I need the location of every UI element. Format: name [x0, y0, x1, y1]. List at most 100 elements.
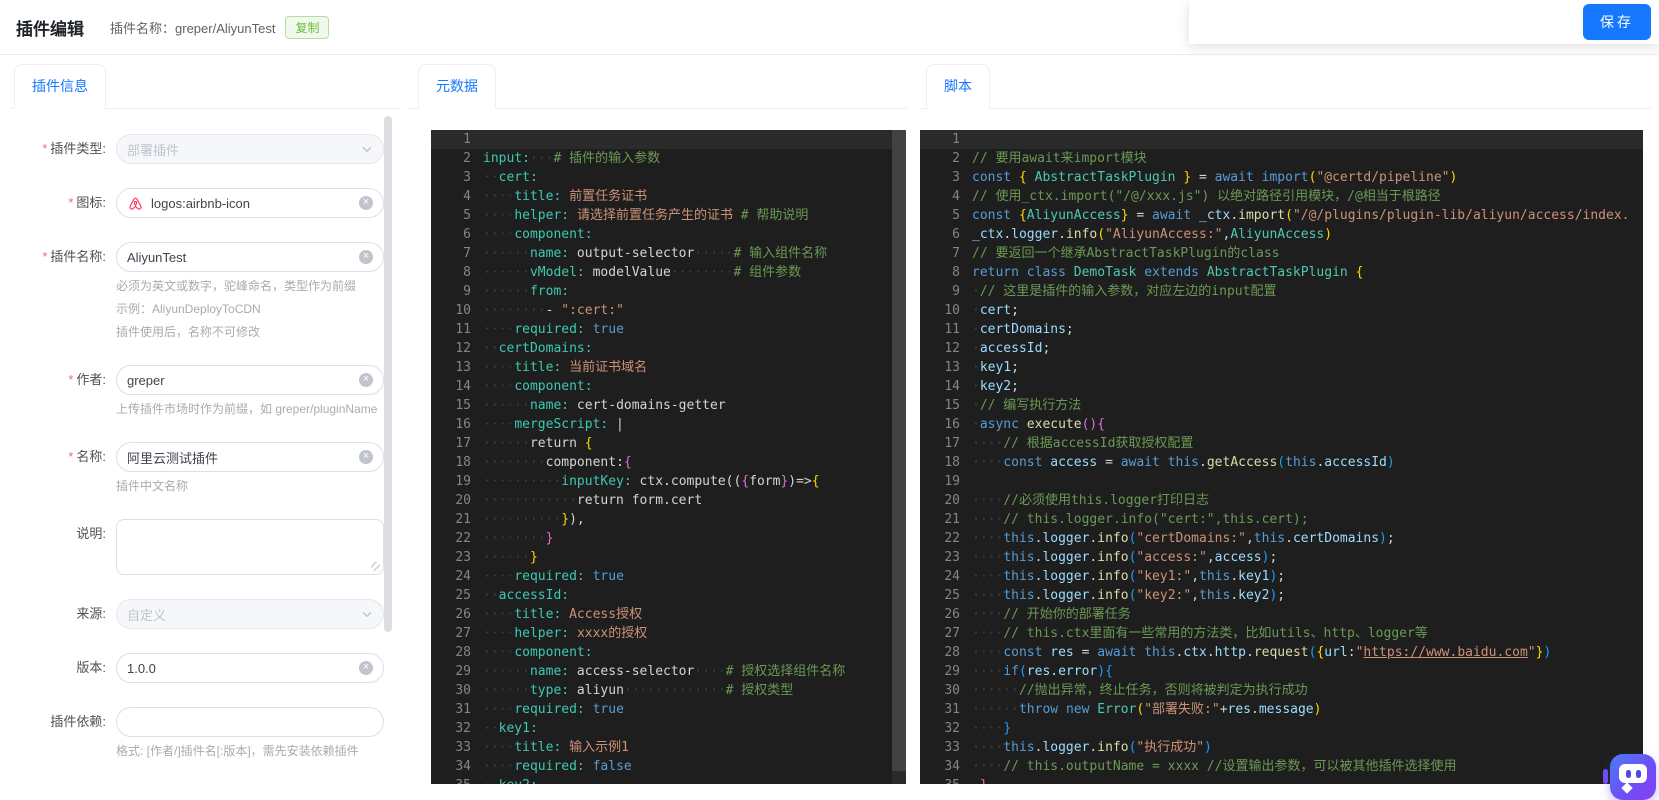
- field-label-desc: 说明:: [76, 526, 106, 541]
- plugin-info-form: * 插件类型: 部署插件 * 图标: logos:airbnb-icon × * 插件名称: Al…: [10, 109, 400, 760]
- code-line: 31 ····required: true: [431, 700, 906, 719]
- code-line: 19: [920, 472, 1643, 491]
- chevron-down-icon: [362, 611, 372, 618]
- line-number: 34: [455, 759, 471, 774]
- form-scrollbar[interactable]: [384, 116, 392, 632]
- code-line: 16 ·async execute(){: [920, 415, 1643, 434]
- field-version-input[interactable]: 1.0.0 ×: [116, 653, 384, 683]
- field-title-input[interactable]: 阿里云测试插件 ×: [116, 442, 384, 472]
- form-row-type: * 插件类型: 部署插件: [10, 134, 384, 164]
- line-number: 7: [463, 246, 471, 261]
- field-icon-input[interactable]: logos:airbnb-icon ×: [116, 188, 384, 218]
- line-number: 17: [944, 436, 960, 451]
- line-number: 32: [944, 721, 960, 736]
- clear-icon[interactable]: ×: [359, 450, 373, 464]
- line-number: 28: [944, 645, 960, 660]
- code-line: 33 ····this.logger.info("执行成功"): [920, 738, 1643, 757]
- code-line: 14 ·key2;: [920, 377, 1643, 396]
- code-line: 22 ····this.logger.info("certDomains:",th…: [920, 529, 1643, 548]
- tab-metadata[interactable]: 元数据: [418, 64, 496, 109]
- field-help: 示例：AliyunDeployToCDN: [116, 302, 261, 316]
- clear-icon[interactable]: ×: [359, 250, 373, 264]
- code-line: 2 input:···# 插件的输入参数: [431, 149, 906, 168]
- line-number: 2: [463, 151, 471, 166]
- line-number: 34: [944, 759, 960, 774]
- code-line: 29 ····if(res.error){: [920, 662, 1643, 681]
- line-number: 35: [431, 776, 483, 784]
- code-line: 8 ······vModel: modelValue········# 组件参数: [431, 263, 906, 282]
- line-number: 8: [952, 265, 960, 280]
- editor-scrollbar[interactable]: [892, 130, 906, 784]
- field-name-input[interactable]: AliyunTest ×: [116, 242, 384, 272]
- line-number: 24: [455, 569, 471, 584]
- line-number: 30: [455, 683, 471, 698]
- field-origin-value: 自定义: [127, 607, 167, 623]
- code-line: 27 ····helper: xxxx的授权: [431, 624, 906, 643]
- form-row-title: * 名称: 阿里云测试插件 × 插件中文名称: [10, 442, 384, 495]
- field-label-version: 版本:: [76, 660, 106, 675]
- form-row-origin: 来源: 自定义: [10, 599, 384, 629]
- line-number: 26: [455, 607, 471, 622]
- line-number: 26: [944, 607, 960, 622]
- code-line: 12 ·accessId;: [920, 339, 1643, 358]
- line-number: 16: [455, 417, 471, 432]
- form-row-desc: 说明:: [10, 519, 384, 575]
- line-number: 20: [944, 493, 960, 508]
- save-bar: 保存: [1189, 0, 1659, 44]
- code-line: 6 _ctx.logger.info("AliyunAccess:",Aliyun…: [920, 225, 1643, 244]
- code-line: 3 const { AbstractTaskPlugin } = await im…: [920, 168, 1643, 187]
- clear-icon[interactable]: ×: [359, 196, 373, 210]
- line-number: 18: [455, 455, 471, 470]
- field-title-value: 阿里云测试插件: [127, 450, 219, 466]
- line-number: 11: [944, 322, 960, 337]
- line-number: 13: [455, 360, 471, 375]
- script-tabbar: 脚本: [920, 62, 1651, 109]
- code-line: 8 return class DemoTask extends AbstractT…: [920, 263, 1643, 282]
- line-number: 6: [952, 227, 960, 242]
- field-deps-input[interactable]: [116, 707, 384, 737]
- code-line: 23 ····this.logger.info("access:",access)…: [920, 548, 1643, 567]
- code-line: 21 ····// this.logger.info("cert:",this.c…: [920, 510, 1643, 529]
- field-author-input[interactable]: greper ×: [116, 365, 384, 395]
- line-number: 13: [944, 360, 960, 375]
- line-number: 27: [455, 626, 471, 641]
- code-line: 5 const {AliyunAccess} = await _ctx.impor…: [920, 206, 1643, 225]
- line-number: 5: [463, 208, 471, 223]
- line-number: 12: [455, 341, 471, 356]
- code-line: 27 ····// this.ctx里面有一些常用的方法类，比如utils、htt…: [920, 624, 1643, 643]
- line-number: 15: [455, 398, 471, 413]
- code-line: 11 ····required: true: [431, 320, 906, 339]
- code-line: 13 ·key1;: [920, 358, 1643, 377]
- plugin-name-label: 插件名称：greper/AliyunTest: [110, 20, 276, 36]
- script-editor[interactable]: 1 2// 要用await来import模块 3 const { AbstractTa…: [920, 130, 1643, 784]
- copy-button[interactable]: 复制: [285, 15, 330, 39]
- tab-script[interactable]: 脚本: [926, 64, 990, 109]
- code-line: 12 ··certDomains:: [431, 339, 906, 358]
- code-line: 25 ····this.logger.info("key2:",this.key2…: [920, 586, 1643, 605]
- metadata-editor[interactable]: 1 2 input:···# 插件的输入参数 3 ··cert: 4 ····title: …: [431, 130, 906, 784]
- line-number: 32: [455, 721, 471, 736]
- save-button[interactable]: 保存: [1583, 4, 1651, 40]
- line-number: 22: [944, 531, 960, 546]
- plugin-name-value: greper/AliyunTest: [175, 20, 276, 36]
- field-label-name: * 插件名称:: [42, 249, 106, 264]
- code-line: 33 ····title: 输入示例1: [431, 738, 906, 757]
- code-line: 22 ········}: [431, 529, 906, 548]
- line-number: 1: [952, 132, 960, 147]
- line-number: 31: [455, 702, 471, 717]
- code-line: 28 ····const res = await this.ctx.http.re…: [920, 643, 1643, 662]
- form-row-author: * 作者: greper × 上传插件市场时作为前缀，如 greper/pluginNa…: [10, 365, 384, 418]
- chatbot-button[interactable]: [1603, 754, 1656, 800]
- line-number: 19: [455, 474, 471, 489]
- code-line: 4// 使用_ctx.import("/@/xxx.js") 以绝对路径引用模块…: [920, 187, 1643, 206]
- chatbot-bubble-tail: [1621, 782, 1633, 794]
- code-line: 7// 要返回一个继承AbstractTaskPlugin的class: [920, 244, 1643, 263]
- field-name-value: AliyunTest: [127, 249, 187, 265]
- code-line: 25 ··accessId:: [431, 586, 906, 605]
- line-number: 21: [455, 512, 471, 527]
- field-desc-textarea[interactable]: [116, 519, 384, 575]
- form-row-icon: * 图标: logos:airbnb-icon ×: [10, 188, 384, 218]
- clear-icon[interactable]: ×: [359, 661, 373, 675]
- clear-icon[interactable]: ×: [359, 373, 373, 387]
- tab-plugin-info[interactable]: 插件信息: [14, 64, 106, 109]
